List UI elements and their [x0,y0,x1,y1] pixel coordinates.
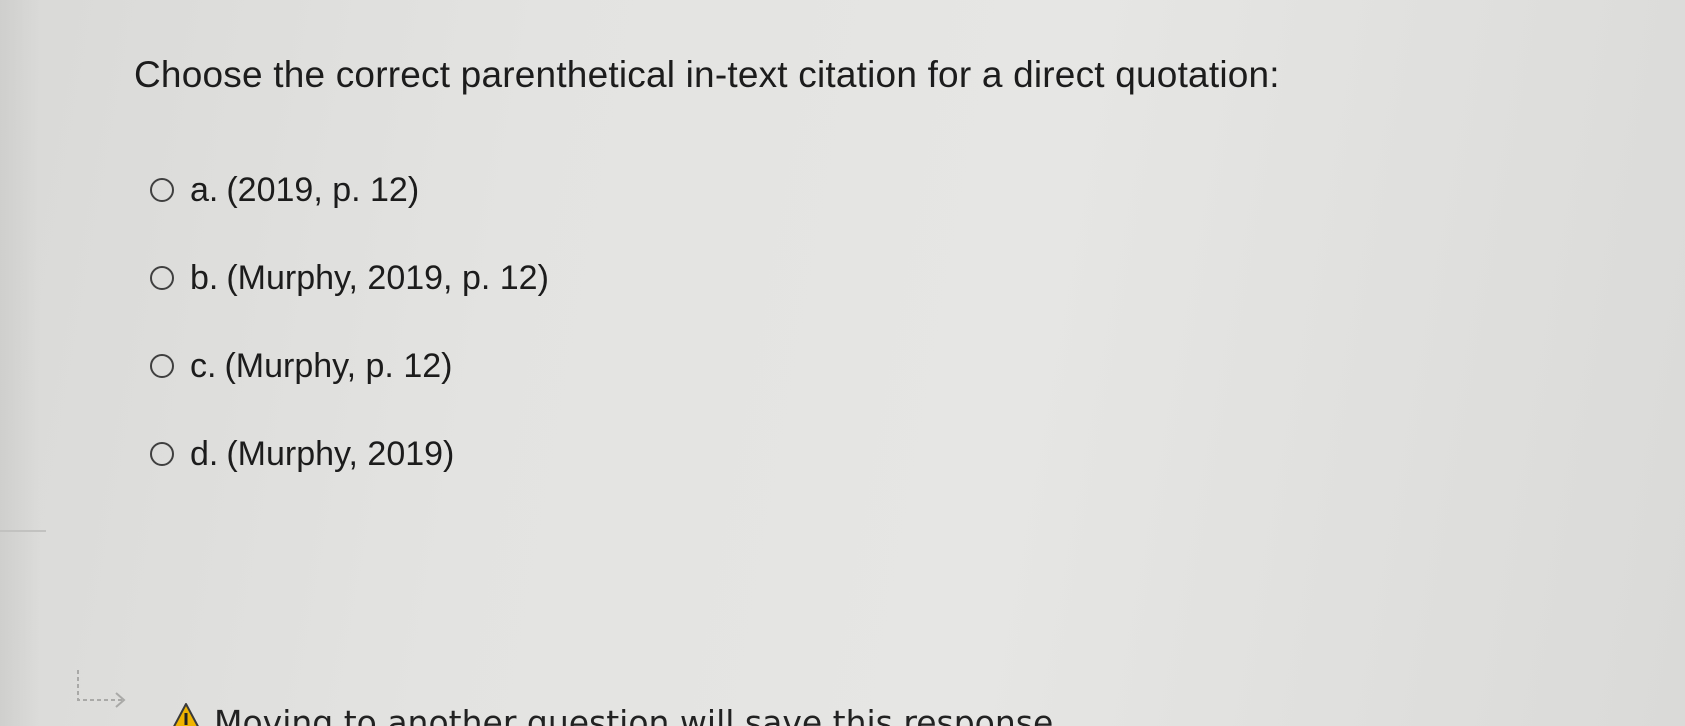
option-letter: b. [190,258,219,297]
notice-text: Moving to another question will save thi… [214,703,1064,726]
page-edge-shadow [0,0,40,726]
option-b[interactable]: b. (Murphy, 2019, p. 12) [150,234,549,322]
option-c[interactable]: c. (Murphy, p. 12) [150,322,549,410]
return-arrow-icon [77,670,126,708]
radio-button-d[interactable] [150,442,174,466]
answer-options: a. (2019, p. 12) b. (Murphy, 2019, p. 12… [150,146,549,498]
option-d[interactable]: d. (Murphy, 2019) [150,410,549,498]
option-label[interactable]: (Murphy, p. 12) [224,347,452,386]
radio-button-c[interactable] [150,354,174,378]
divider [0,530,46,532]
option-letter: d. [190,434,219,473]
question-prompt: Choose the correct parenthetical in-text… [134,54,1280,95]
option-label[interactable]: (Murphy, 2019) [226,435,454,474]
radio-button-b[interactable] [150,266,174,290]
save-notice: Moving to another question will save thi… [76,666,1064,726]
option-letter: a. [190,170,219,209]
option-label[interactable]: (Murphy, 2019, p. 12) [226,259,549,298]
option-a[interactable]: a. (2019, p. 12) [150,146,549,234]
warning-triangle-icon [173,703,199,726]
radio-button-a[interactable] [150,178,174,202]
option-label[interactable]: (2019, p. 12) [226,171,419,210]
option-letter: c. [190,346,217,385]
